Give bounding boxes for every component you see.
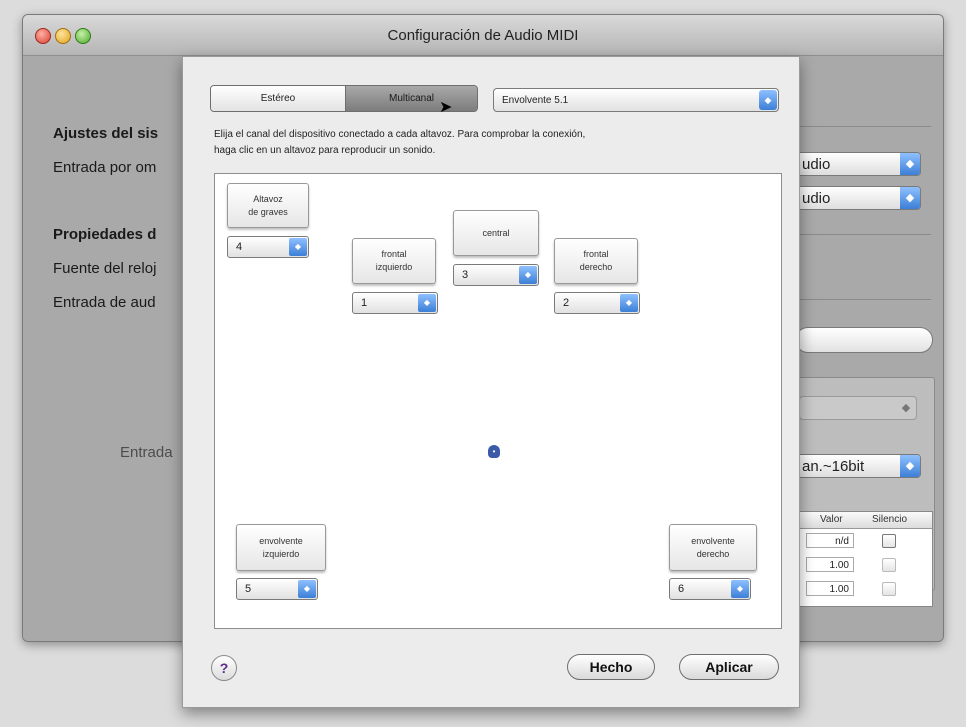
mute-checkbox[interactable] <box>882 534 896 548</box>
updown-arrows-icon: ◆ <box>418 294 436 312</box>
channel-value: 4 <box>236 241 243 253</box>
divider <box>799 234 931 235</box>
mode-segmented-control: Estéreo Multicanal <box>210 85 478 112</box>
updown-arrows-icon: ◆ <box>289 238 307 256</box>
channel-value: 5 <box>245 583 252 595</box>
apply-button[interactable]: Aplicar <box>679 654 779 680</box>
updown-arrows-icon: ◆ <box>620 294 638 312</box>
window-title: Configuración de Audio MIDI <box>387 27 579 44</box>
format-select[interactable]: an.~16bit ◆ <box>795 454 921 478</box>
table-value-cell[interactable]: 1.00 <box>806 581 854 596</box>
select-value: udio <box>802 156 831 173</box>
channel-select-surround-left[interactable]: 5 ◆ <box>236 578 318 600</box>
column-header-valor: Valor <box>820 514 843 525</box>
disabled-select: ◆ <box>799 396 917 420</box>
channel-value: 3 <box>462 269 469 281</box>
updown-arrows-icon: ◆ <box>298 580 316 598</box>
listener-position-icon: • <box>488 445 500 458</box>
configuration-popup[interactable]: Envolvente 5.1 ◆ <box>493 88 779 112</box>
updown-arrows-icon: ◆ <box>731 580 749 598</box>
default-input-select[interactable]: udio ◆ <box>795 152 921 176</box>
table-value-cell[interactable]: 1.00 <box>806 557 854 572</box>
speaker-surround-left[interactable]: envolvente izquierdo <box>236 524 326 571</box>
device-search-field[interactable] <box>795 327 933 353</box>
speaker-layout-panel: Altavoz de graves 4 ◆ frontal izquierdo … <box>214 173 782 629</box>
entrada-label: Entrada <box>120 444 173 461</box>
system-settings-heading: Ajustes del sis <box>53 125 159 142</box>
audio-input-label: Entrada de aud <box>53 294 156 311</box>
divider <box>799 126 931 127</box>
instructions-line: Elija el canal del dispositivo conectado… <box>214 129 586 140</box>
mouse-pointer-icon: ➤ <box>439 99 453 116</box>
channel-value: 6 <box>678 583 685 595</box>
channel-value: 2 <box>563 297 570 309</box>
channel-value: 1 <box>361 297 368 309</box>
updown-arrows-icon: ◆ <box>900 455 920 477</box>
table-value-cell[interactable]: n/d <box>806 533 854 548</box>
default-output-select[interactable]: udio ◆ <box>795 186 921 210</box>
channel-select-surround-right[interactable]: 6 ◆ <box>669 578 751 600</box>
volume-table: Valor Silencio n/d 1.00 1.00 <box>799 511 933 607</box>
stereo-segment[interactable]: Estéreo <box>211 86 346 111</box>
updown-arrows-icon: ◆ <box>900 187 920 209</box>
divider <box>799 299 931 300</box>
updown-arrows-icon: ◆ <box>519 266 537 284</box>
clock-source-label: Fuente del reloj <box>53 260 157 277</box>
done-button[interactable]: Hecho <box>567 654 655 680</box>
speaker-front-right[interactable]: frontal derecho <box>554 238 638 284</box>
configuration-value: Envolvente 5.1 <box>502 95 569 106</box>
speaker-subwoofer[interactable]: Altavoz de graves <box>227 183 309 228</box>
properties-heading: Propiedades d <box>53 226 157 243</box>
table-header: Valor Silencio <box>800 512 932 529</box>
speaker-surround-right[interactable]: envolvente derecho <box>669 524 757 571</box>
speaker-config-sheet: Estéreo Multicanal ➤ Envolvente 5.1 ◆ El… <box>182 56 800 708</box>
mute-checkbox[interactable] <box>882 582 896 596</box>
select-value: an.~16bit <box>802 458 865 475</box>
updown-arrows-icon: ◆ <box>900 153 920 175</box>
mute-checkbox[interactable] <box>882 558 896 572</box>
column-header-silencio: Silencio <box>872 514 908 525</box>
title-bar[interactable]: Configuración de Audio MIDI <box>23 15 943 56</box>
instructions-text: Elija el canal del dispositivo conectado… <box>214 127 784 159</box>
speaker-front-left[interactable]: frontal izquierdo <box>352 238 436 284</box>
channel-select-front-left[interactable]: 1 ◆ <box>352 292 438 314</box>
multichannel-segment[interactable]: Multicanal <box>346 86 477 111</box>
help-button[interactable]: ? <box>211 655 237 681</box>
speaker-center[interactable]: central <box>453 210 539 256</box>
instructions-line: haga clic en un altavoz para reproducir … <box>214 145 436 156</box>
channel-select-center[interactable]: 3 ◆ <box>453 264 539 286</box>
updown-arrows-icon: ◆ <box>759 90 777 110</box>
default-input-label: Entrada por om <box>53 159 157 176</box>
updown-arrows-icon: ◆ <box>901 402 911 414</box>
select-value: udio <box>802 190 831 207</box>
channel-select-front-right[interactable]: 2 ◆ <box>554 292 640 314</box>
channel-select-subwoofer[interactable]: 4 ◆ <box>227 236 309 258</box>
